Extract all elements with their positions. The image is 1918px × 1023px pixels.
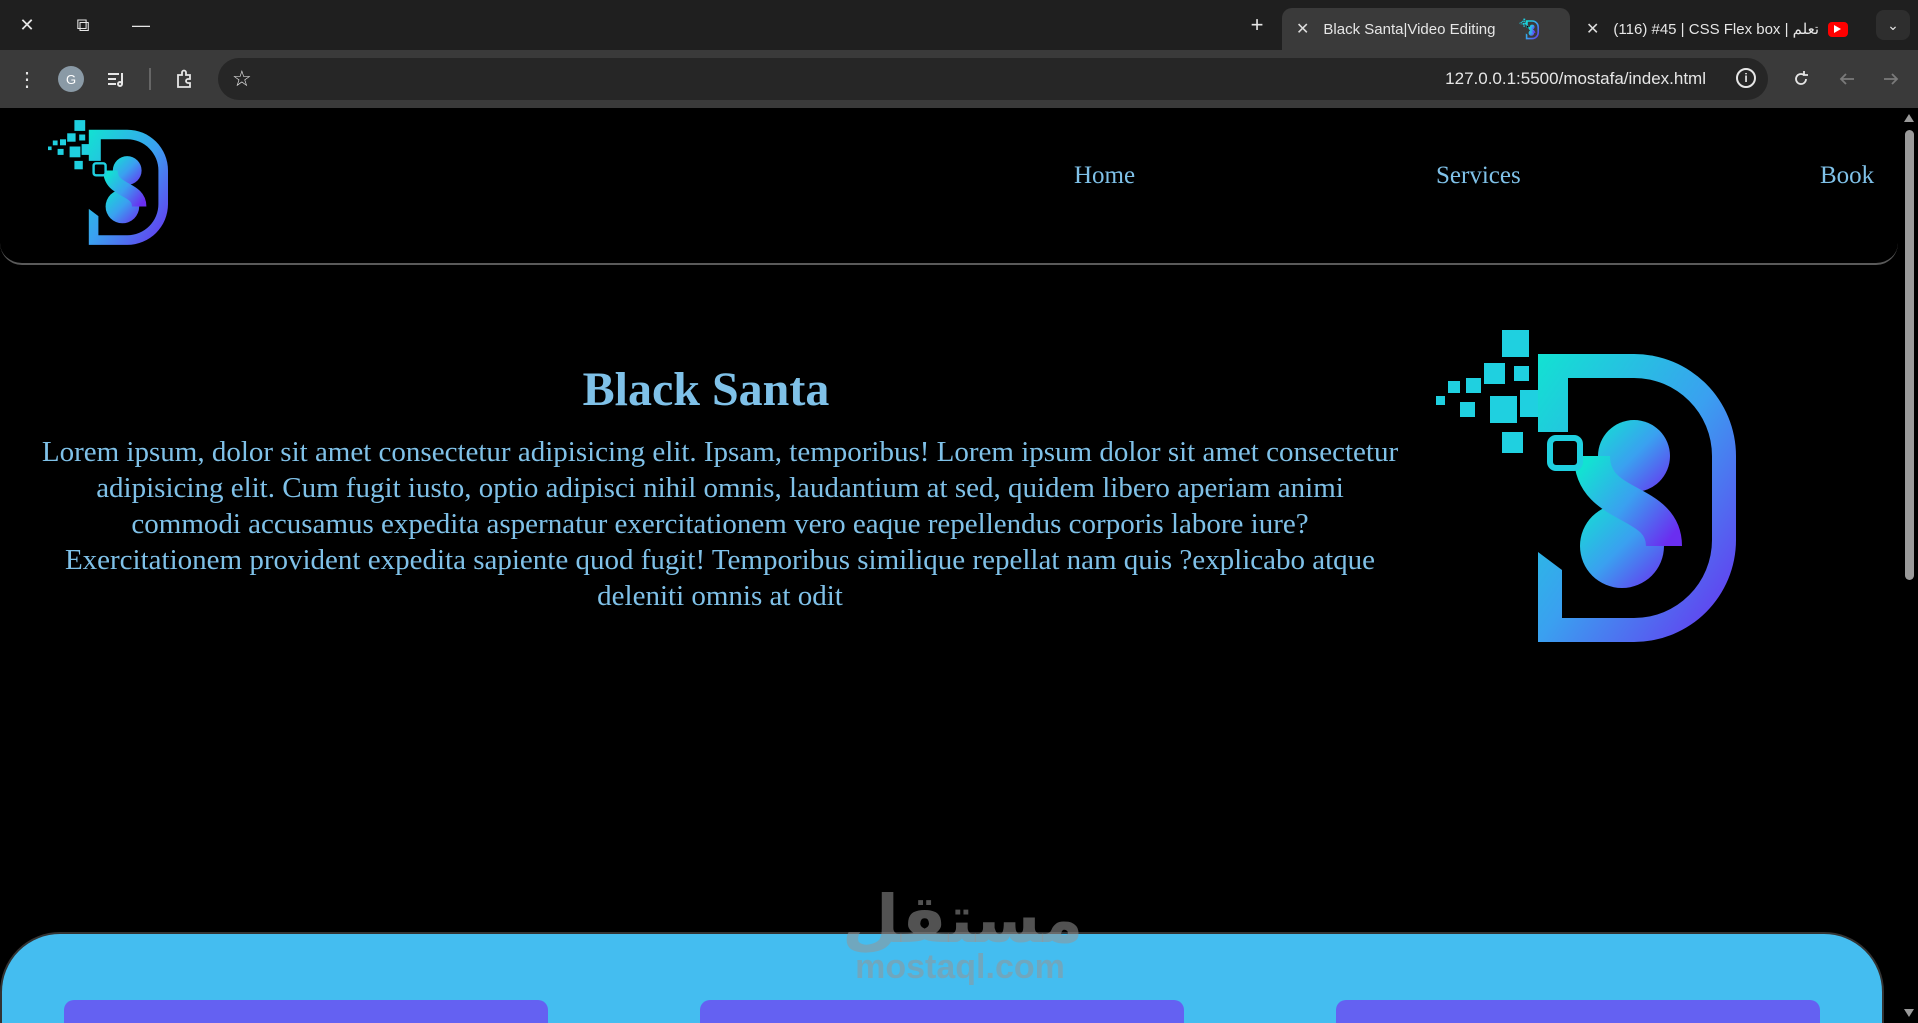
black-santa-logo[interactable]: [48, 120, 168, 245]
service-card[interactable]: [700, 1000, 1184, 1023]
mostaql-watermark: مستقل mostaql.com: [842, 881, 1084, 986]
youtube-icon: [1827, 21, 1848, 37]
url-text[interactable]: 127.0.0.1:5500/mostafa/index.html: [1445, 69, 1706, 89]
site-info-icon[interactable]: i: [1736, 68, 1756, 88]
reload-icon[interactable]: [1786, 64, 1816, 94]
browser-title-bar: ✕ ⧉ — + ✕ Black Santa|Video Editing ✕ (1…: [0, 0, 1918, 50]
scroll-up-arrow-icon[interactable]: [1904, 114, 1914, 122]
watermark-arabic: مستقل: [842, 881, 1084, 958]
tab-title: Black Santa|Video Editing: [1323, 20, 1496, 38]
back-arrow-icon[interactable]: [1832, 64, 1862, 94]
tab-css-flexbox[interactable]: ✕ (116) #45 | CSS Flex box | تعلم F: [1572, 8, 1862, 50]
profile-avatar[interactable]: G: [58, 66, 84, 92]
minimize-window-button[interactable]: —: [124, 10, 158, 40]
new-tab-button[interactable]: +: [1240, 10, 1274, 40]
service-card[interactable]: [64, 1000, 548, 1023]
hero-logo-image: [1436, 330, 1736, 642]
nav-services-link[interactable]: Services: [1436, 162, 1521, 190]
extensions-icon[interactable]: [170, 64, 200, 94]
restore-window-button[interactable]: ⧉: [66, 10, 100, 40]
scroll-thumb[interactable]: [1905, 130, 1914, 580]
address-bar[interactable]: ☆ 127.0.0.1:5500/mostafa/index.html i: [218, 58, 1768, 100]
hero-title: Black Santa: [582, 363, 830, 416]
nav-book-link[interactable]: Book: [1820, 162, 1874, 190]
browser-menu-icon[interactable]: ⋮: [12, 64, 42, 94]
tab-black-santa[interactable]: ✕ Black Santa|Video Editing: [1282, 8, 1570, 50]
forward-arrow-icon[interactable]: [1876, 64, 1906, 94]
service-card[interactable]: [1336, 1000, 1820, 1023]
nav-home-link[interactable]: Home: [1074, 162, 1135, 190]
hero-description: Lorem ipsum, dolor sit amet consectetur …: [41, 436, 1399, 612]
toolbar-divider: [149, 68, 151, 90]
page-scrollbar[interactable]: [1900, 108, 1918, 1023]
tab-close-icon[interactable]: ✕: [1296, 19, 1309, 39]
site-header: Home Services Book: [0, 108, 1898, 265]
tab-search-button[interactable]: ⌄: [1876, 10, 1910, 40]
black-santa-logo-icon: [1518, 17, 1541, 41]
page-viewport: Home Services Book Black Santa Lorem ips…: [0, 108, 1900, 1023]
close-window-button[interactable]: ✕: [10, 10, 44, 40]
tab-close-icon[interactable]: ✕: [1586, 19, 1599, 39]
scroll-down-arrow-icon[interactable]: [1904, 1009, 1914, 1017]
bookmark-star-icon[interactable]: ☆: [232, 66, 252, 92]
tab-title: (116) #45 | CSS Flex box | تعلم F: [1613, 21, 1818, 38]
watermark-latin: mostaql.com: [855, 948, 1065, 986]
media-controls-icon[interactable]: [102, 64, 132, 94]
